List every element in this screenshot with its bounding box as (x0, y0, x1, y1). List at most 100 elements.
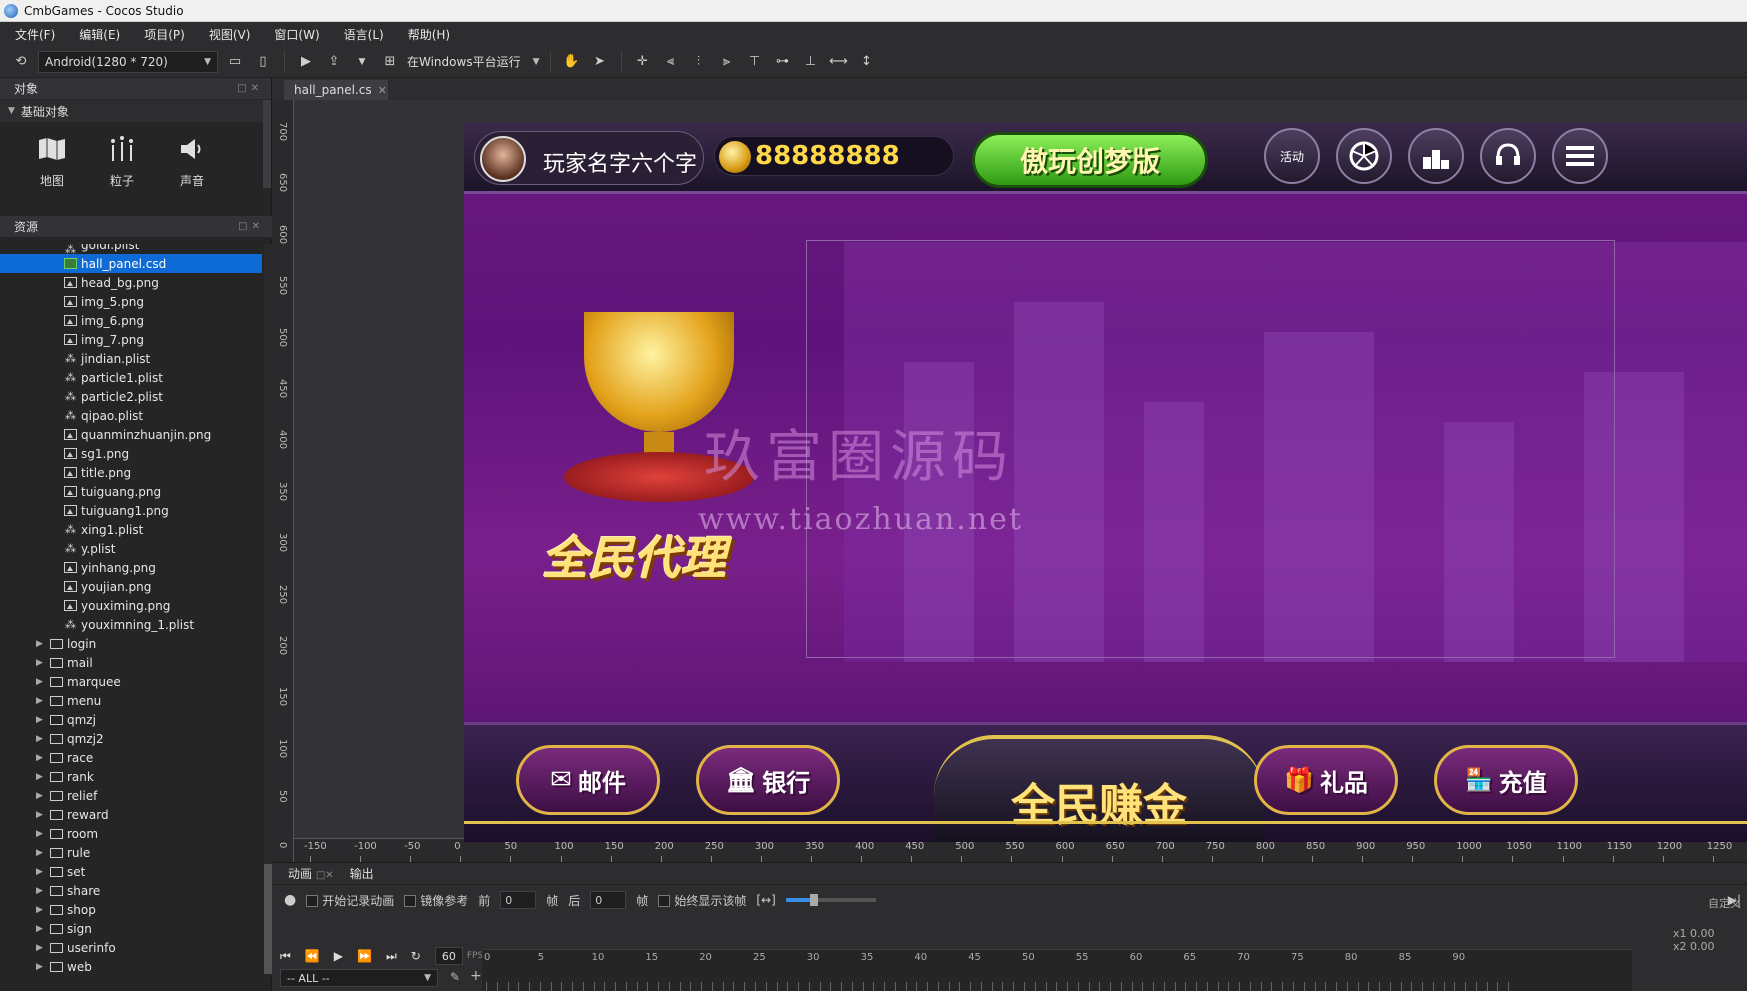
resource-file[interactable]: ⁂ particle2.plist (0, 387, 262, 406)
custom-label[interactable]: 自定义 (1673, 895, 1741, 911)
resource-folder[interactable]: ▶ relief (0, 786, 262, 805)
menu-help[interactable]: 帮助(H) (399, 26, 465, 43)
resource-file[interactable]: quanminzhuanjin.png (0, 425, 262, 444)
resource-folder[interactable]: ▶ userinfo (0, 938, 262, 957)
publish-dropdown-icon[interactable]: ▼ (351, 51, 373, 73)
menu-language[interactable]: 语言(L) (335, 26, 399, 43)
landscape-icon[interactable]: ▭ (224, 51, 246, 73)
expand-arrow-icon[interactable]: ▶ (36, 810, 50, 820)
resource-file[interactable]: ⁂ xing1.plist (0, 520, 262, 539)
expand-arrow-icon[interactable]: ▶ (36, 924, 50, 934)
expand-arrow-icon[interactable]: ▶ (36, 886, 50, 896)
menu-project[interactable]: 项目(P) (135, 26, 200, 43)
resource-folder[interactable]: ▶ login (0, 634, 262, 653)
slider-knob[interactable] (809, 894, 818, 906)
resource-file[interactable]: img_7.png (0, 330, 262, 349)
menu-button[interactable] (1552, 128, 1608, 184)
record-checkbox[interactable]: 开始记录动画 (306, 892, 394, 909)
expand-arrow-icon[interactable]: ▶ (36, 848, 50, 858)
loop-icon[interactable]: ↻ (411, 949, 421, 963)
resource-file[interactable]: title.png (0, 463, 262, 482)
always-show-checkbox[interactable]: 始终显示该帧 (658, 892, 746, 909)
checkbox[interactable] (404, 895, 417, 907)
resource-file[interactable]: ⁂ particle1.plist (0, 368, 262, 387)
mail-button[interactable]: ✉ 邮件 (516, 745, 660, 815)
game-canvas[interactable]: 玩家名字六个字 88888888 傲玩创梦版 活动 全民代理 玖富圈源码 www… (464, 122, 1747, 842)
expand-arrow-icon[interactable]: ▶ (36, 677, 50, 687)
distribute-v-icon[interactable]: ↕ (856, 51, 878, 73)
expand-arrow-icon[interactable]: ▶ (36, 905, 50, 915)
resource-folder[interactable]: ▶ qmzj2 (0, 729, 262, 748)
bank-button[interactable]: 🏛 银行 (696, 745, 840, 815)
menu-view[interactable]: 视图(V) (200, 26, 266, 43)
publish-icon[interactable]: ⇪ (323, 51, 345, 73)
play-icon[interactable]: ▶ (295, 51, 317, 73)
expand-arrow-icon[interactable]: ▶ (36, 753, 50, 763)
resource-folder[interactable]: ▶ web (0, 957, 262, 976)
x1-value[interactable]: 0.00 (1690, 927, 1715, 940)
tab-hall-panel[interactable]: hall_panel.cs ✕ (284, 80, 388, 100)
expand-arrow-icon[interactable]: ▶ (36, 791, 50, 801)
resource-file[interactable]: youximing.png (0, 596, 262, 615)
version-button[interactable]: 傲玩创梦版 (972, 132, 1208, 188)
align-top-icon[interactable]: ⊤ (744, 51, 766, 73)
align-right-icon[interactable]: ⫸ (716, 51, 738, 73)
fps-input[interactable]: 60 (434, 947, 463, 965)
expand-arrow-icon[interactable]: ▶ (36, 658, 50, 668)
next-frame-icon[interactable]: ⏩ (357, 949, 372, 963)
resource-file[interactable]: head_bg.png (0, 273, 262, 292)
panel-controls[interactable]: □✕ (238, 221, 264, 232)
resource-folder[interactable]: ▶ rank (0, 767, 262, 786)
wheel-button[interactable] (1336, 128, 1392, 184)
resources-scrollbar[interactable] (264, 244, 272, 974)
resource-file[interactable]: sg1.png (0, 444, 262, 463)
add-icon[interactable]: + (470, 968, 482, 984)
resource-file[interactable]: img_5.png (0, 292, 262, 311)
basic-objects-section[interactable]: ▼ 基础对象 (0, 100, 271, 122)
align-vcenter-icon[interactable]: ⊶ (772, 51, 794, 73)
resource-folder[interactable]: ▶ room (0, 824, 262, 843)
run-dropdown-icon[interactable]: ▼ (533, 57, 540, 67)
expand-arrow-icon[interactable]: ▶ (36, 867, 50, 877)
resource-file[interactable]: ⁂ qipao.plist (0, 406, 262, 425)
resource-file[interactable]: img_6.png (0, 311, 262, 330)
avatar[interactable] (480, 136, 526, 182)
checkbox[interactable] (306, 895, 319, 907)
resource-folder[interactable]: ▶ reward (0, 805, 262, 824)
rotate-device-icon[interactable]: ⟲ (10, 51, 32, 73)
earn-button[interactable]: 全民赚金 (934, 735, 1264, 842)
panel-controls[interactable]: □✕ (237, 83, 263, 94)
objects-scrollbar[interactable] (263, 100, 271, 188)
close-icon[interactable]: ✕ (378, 84, 387, 97)
pen-icon[interactable]: ✎ (450, 970, 460, 984)
resource-folder[interactable]: ▶ shop (0, 900, 262, 919)
resource-file[interactable]: yinhang.png (0, 558, 262, 577)
resource-file[interactable]: ⁂ youximning_1.plist (0, 615, 262, 634)
rank-button[interactable] (1408, 128, 1464, 184)
align-hcenter-icon[interactable]: ⫶ (688, 51, 710, 73)
resource-folder[interactable]: ▶ mail (0, 653, 262, 672)
resource-folder[interactable]: ▶ share (0, 881, 262, 900)
after-frames-input[interactable]: 0 (590, 891, 627, 909)
align-left-icon[interactable]: ⫷ (660, 51, 682, 73)
mirror-checkbox[interactable]: 镜像参考 (404, 892, 468, 909)
resource-file[interactable]: youjian.png (0, 577, 262, 596)
close-icon[interactable]: □✕ (316, 870, 334, 881)
zoom-slider[interactable] (785, 894, 876, 906)
x2-value[interactable]: 0.00 (1690, 940, 1715, 953)
recharge-button[interactable]: 🏪 充值 (1434, 745, 1578, 815)
run-platform-label[interactable]: 在Windows平台运行 (407, 53, 521, 70)
expand-arrow-icon[interactable]: ▶ (36, 943, 50, 953)
resource-file[interactable]: tuiguang1.png (0, 501, 262, 520)
resource-file[interactable]: tuiguang.png (0, 482, 262, 501)
fit-icon[interactable]: [↔] (756, 893, 775, 907)
player-info[interactable]: 玩家名字六个字 (474, 131, 704, 185)
menu-window[interactable]: 窗口(W) (265, 26, 334, 43)
pointer-icon[interactable]: ➤ (589, 51, 611, 73)
resource-folder[interactable]: ▶ set (0, 862, 262, 881)
resolution-select[interactable]: Android(1280 * 720) ▼ (38, 50, 218, 73)
expand-arrow-icon[interactable]: ▶ (36, 772, 50, 782)
resource-folder[interactable]: ▶ rule (0, 843, 262, 862)
last-frame-icon[interactable]: ⏭ (386, 949, 397, 964)
prev-frame-icon[interactable]: ⏪ (305, 949, 320, 963)
